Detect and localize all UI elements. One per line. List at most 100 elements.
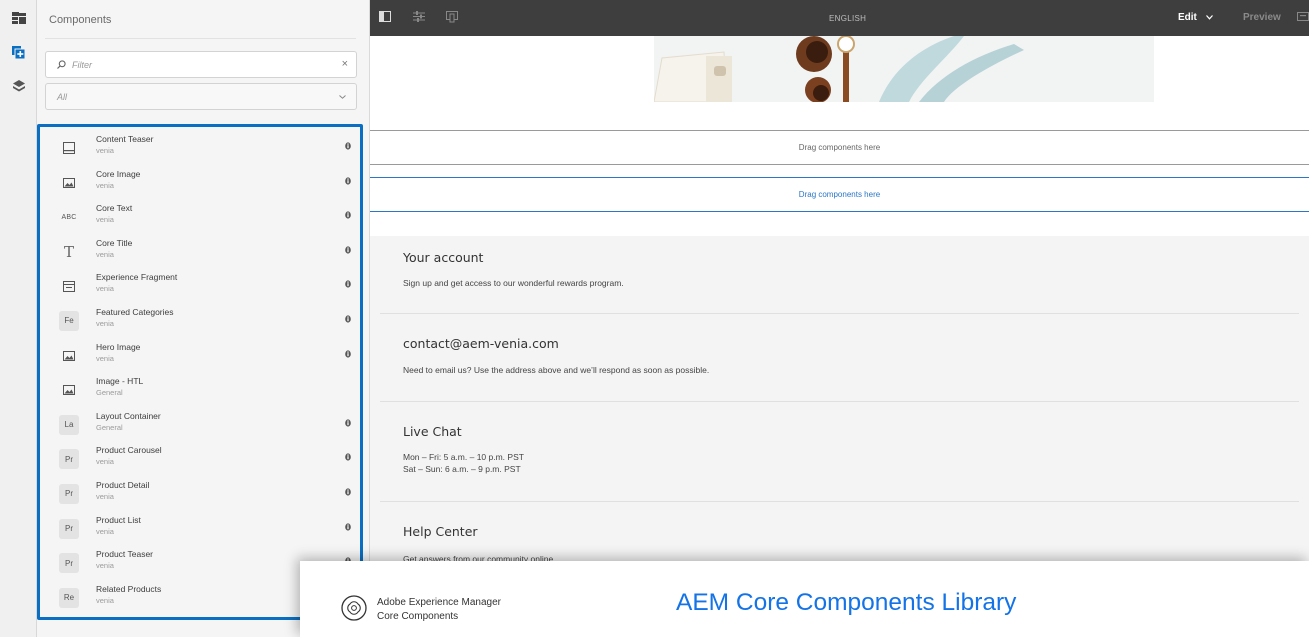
component-item[interactable]: Pr Product List venia bbox=[43, 513, 361, 548]
footer-heading: Live Chat bbox=[403, 424, 462, 439]
library-banner: Adobe Experience Manager Core Components… bbox=[300, 561, 1309, 637]
page-tree-button[interactable] bbox=[0, 1, 37, 35]
components-panel: Components × All Content TeaserveniaCore… bbox=[37, 0, 370, 637]
library-title: AEM Core Components Library bbox=[676, 589, 1017, 616]
abc-text-icon: ABC bbox=[61, 213, 77, 221]
footer-text: Sat – Sun: 6 a.m. – 9 p.m. PST bbox=[403, 464, 521, 474]
info-icon[interactable] bbox=[345, 176, 351, 185]
info-icon[interactable] bbox=[345, 246, 351, 254]
component-name: Core Text bbox=[96, 203, 133, 214]
component-item[interactable]: Core Image venia bbox=[43, 167, 361, 202]
component-list: Content Teaser venia Core Image venia ABC Cor… bbox=[43, 132, 361, 616]
page-language-label: ENGLISH bbox=[829, 14, 867, 23]
drop-zone-selected[interactable]: Drag components here bbox=[370, 177, 1309, 212]
edit-mode-button[interactable]: Edit bbox=[1178, 12, 1197, 23]
component-group: venia bbox=[96, 318, 114, 328]
component-name: Product Carousel bbox=[96, 445, 162, 456]
component-name: Product List bbox=[96, 514, 141, 525]
component-item[interactable]: ABC Core Text venia bbox=[43, 201, 361, 236]
chevron-down-icon bbox=[339, 95, 346, 99]
hero-image bbox=[654, 36, 1154, 102]
component-item[interactable]: Pr Product Carousel venia bbox=[43, 443, 361, 478]
editor-toolbar: ENGLISH Edit Preview bbox=[370, 0, 1309, 36]
divider bbox=[380, 501, 1299, 502]
page-tree-icon bbox=[11, 12, 26, 24]
component-item[interactable]: Hero Image venia bbox=[43, 340, 361, 375]
component-item[interactable]: T Core Title venia bbox=[43, 236, 361, 271]
info-icon[interactable] bbox=[345, 488, 351, 496]
fe-badge-icon: Fe bbox=[59, 310, 79, 331]
panel-title: Components bbox=[49, 14, 112, 26]
drop-zone[interactable]: Drag components here bbox=[370, 130, 1309, 165]
component-group: venia bbox=[96, 526, 114, 536]
search-icon bbox=[57, 60, 66, 69]
accessories-photo bbox=[654, 36, 1154, 102]
component-item[interactable]: La Layout Container General bbox=[43, 409, 361, 444]
filter-field[interactable]: × bbox=[45, 51, 357, 78]
component-group: venia bbox=[96, 146, 114, 155]
layers-icon bbox=[12, 80, 25, 92]
info-icon[interactable] bbox=[345, 349, 351, 358]
brand-subtitle: Core Components bbox=[377, 611, 459, 622]
component-item[interactable]: Fe Featured Categories venia bbox=[43, 305, 361, 340]
component-item[interactable]: Content Teaser venia bbox=[43, 132, 361, 167]
component-name: Image - HTL bbox=[96, 376, 144, 387]
components-button[interactable] bbox=[0, 35, 37, 69]
group-select-value: All bbox=[57, 92, 68, 102]
info-icon[interactable] bbox=[345, 453, 351, 461]
info-icon[interactable] bbox=[345, 315, 351, 323]
image-icon bbox=[59, 173, 79, 193]
image-icon bbox=[59, 380, 79, 400]
layers-button[interactable] bbox=[0, 69, 37, 103]
footer-text: Mon – Fri: 5 a.m. – 10 p.m. PST bbox=[403, 452, 524, 462]
mode-chevron-down-icon[interactable] bbox=[1206, 15, 1213, 20]
component-group: venia bbox=[96, 249, 114, 259]
component-item[interactable]: Experience Fragment venia bbox=[43, 270, 361, 305]
info-icon[interactable] bbox=[345, 419, 351, 427]
footer-text: Sign up and get access to our wonderful … bbox=[403, 278, 624, 288]
footer-text: Need to email us? Use the address above … bbox=[403, 365, 710, 375]
info-icon[interactable] bbox=[345, 211, 351, 219]
image-icon bbox=[59, 346, 79, 366]
side-rail bbox=[0, 0, 37, 637]
divider bbox=[380, 313, 1299, 314]
component-group: General bbox=[96, 388, 123, 398]
component-group: venia bbox=[96, 284, 114, 294]
properties-sliders-icon[interactable] bbox=[413, 11, 425, 22]
info-icon[interactable] bbox=[345, 280, 351, 288]
component-group: venia bbox=[96, 215, 114, 225]
teaser-icon bbox=[59, 138, 79, 158]
footer-heading[interactable]: contact@aem-venia.com bbox=[403, 336, 559, 351]
info-icon[interactable] bbox=[345, 522, 351, 531]
component-name: Layout Container bbox=[96, 410, 161, 421]
preview-button[interactable]: Preview bbox=[1243, 12, 1281, 23]
emulator-icon[interactable] bbox=[446, 11, 458, 23]
component-name: Core Image bbox=[96, 168, 141, 179]
brand-name: Adobe Experience Manager bbox=[377, 597, 501, 608]
component-group: venia bbox=[96, 180, 114, 190]
annotations-icon[interactable] bbox=[1297, 12, 1309, 24]
component-name: Featured Categories bbox=[96, 306, 174, 317]
component-group-select[interactable]: All bbox=[45, 83, 357, 110]
component-item[interactable]: Pr Product Detail venia bbox=[43, 478, 361, 513]
component-group: venia bbox=[96, 491, 114, 501]
component-group: General bbox=[96, 422, 123, 432]
toggle-side-panel-icon[interactable] bbox=[379, 11, 391, 22]
footer-heading: Help Center bbox=[403, 524, 478, 539]
component-group: venia bbox=[96, 595, 114, 605]
filter-input[interactable] bbox=[72, 56, 322, 74]
page-canvas: Drag components here Drag components her… bbox=[370, 36, 1309, 637]
component-group: venia bbox=[96, 457, 114, 467]
divider bbox=[380, 401, 1299, 402]
title-T-icon: T bbox=[63, 242, 74, 261]
aem-logo-icon bbox=[341, 595, 367, 621]
divider bbox=[45, 38, 356, 39]
re-badge-icon: Re bbox=[59, 587, 79, 608]
component-group: venia bbox=[96, 353, 114, 363]
pr-badge-icon: Pr bbox=[59, 449, 79, 470]
info-icon[interactable] bbox=[345, 142, 351, 150]
component-name: Core Title bbox=[96, 237, 133, 248]
clear-filter-icon[interactable]: × bbox=[342, 58, 348, 70]
component-item[interactable]: Image - HTL General bbox=[43, 374, 361, 409]
la-badge-icon: La bbox=[59, 414, 79, 435]
